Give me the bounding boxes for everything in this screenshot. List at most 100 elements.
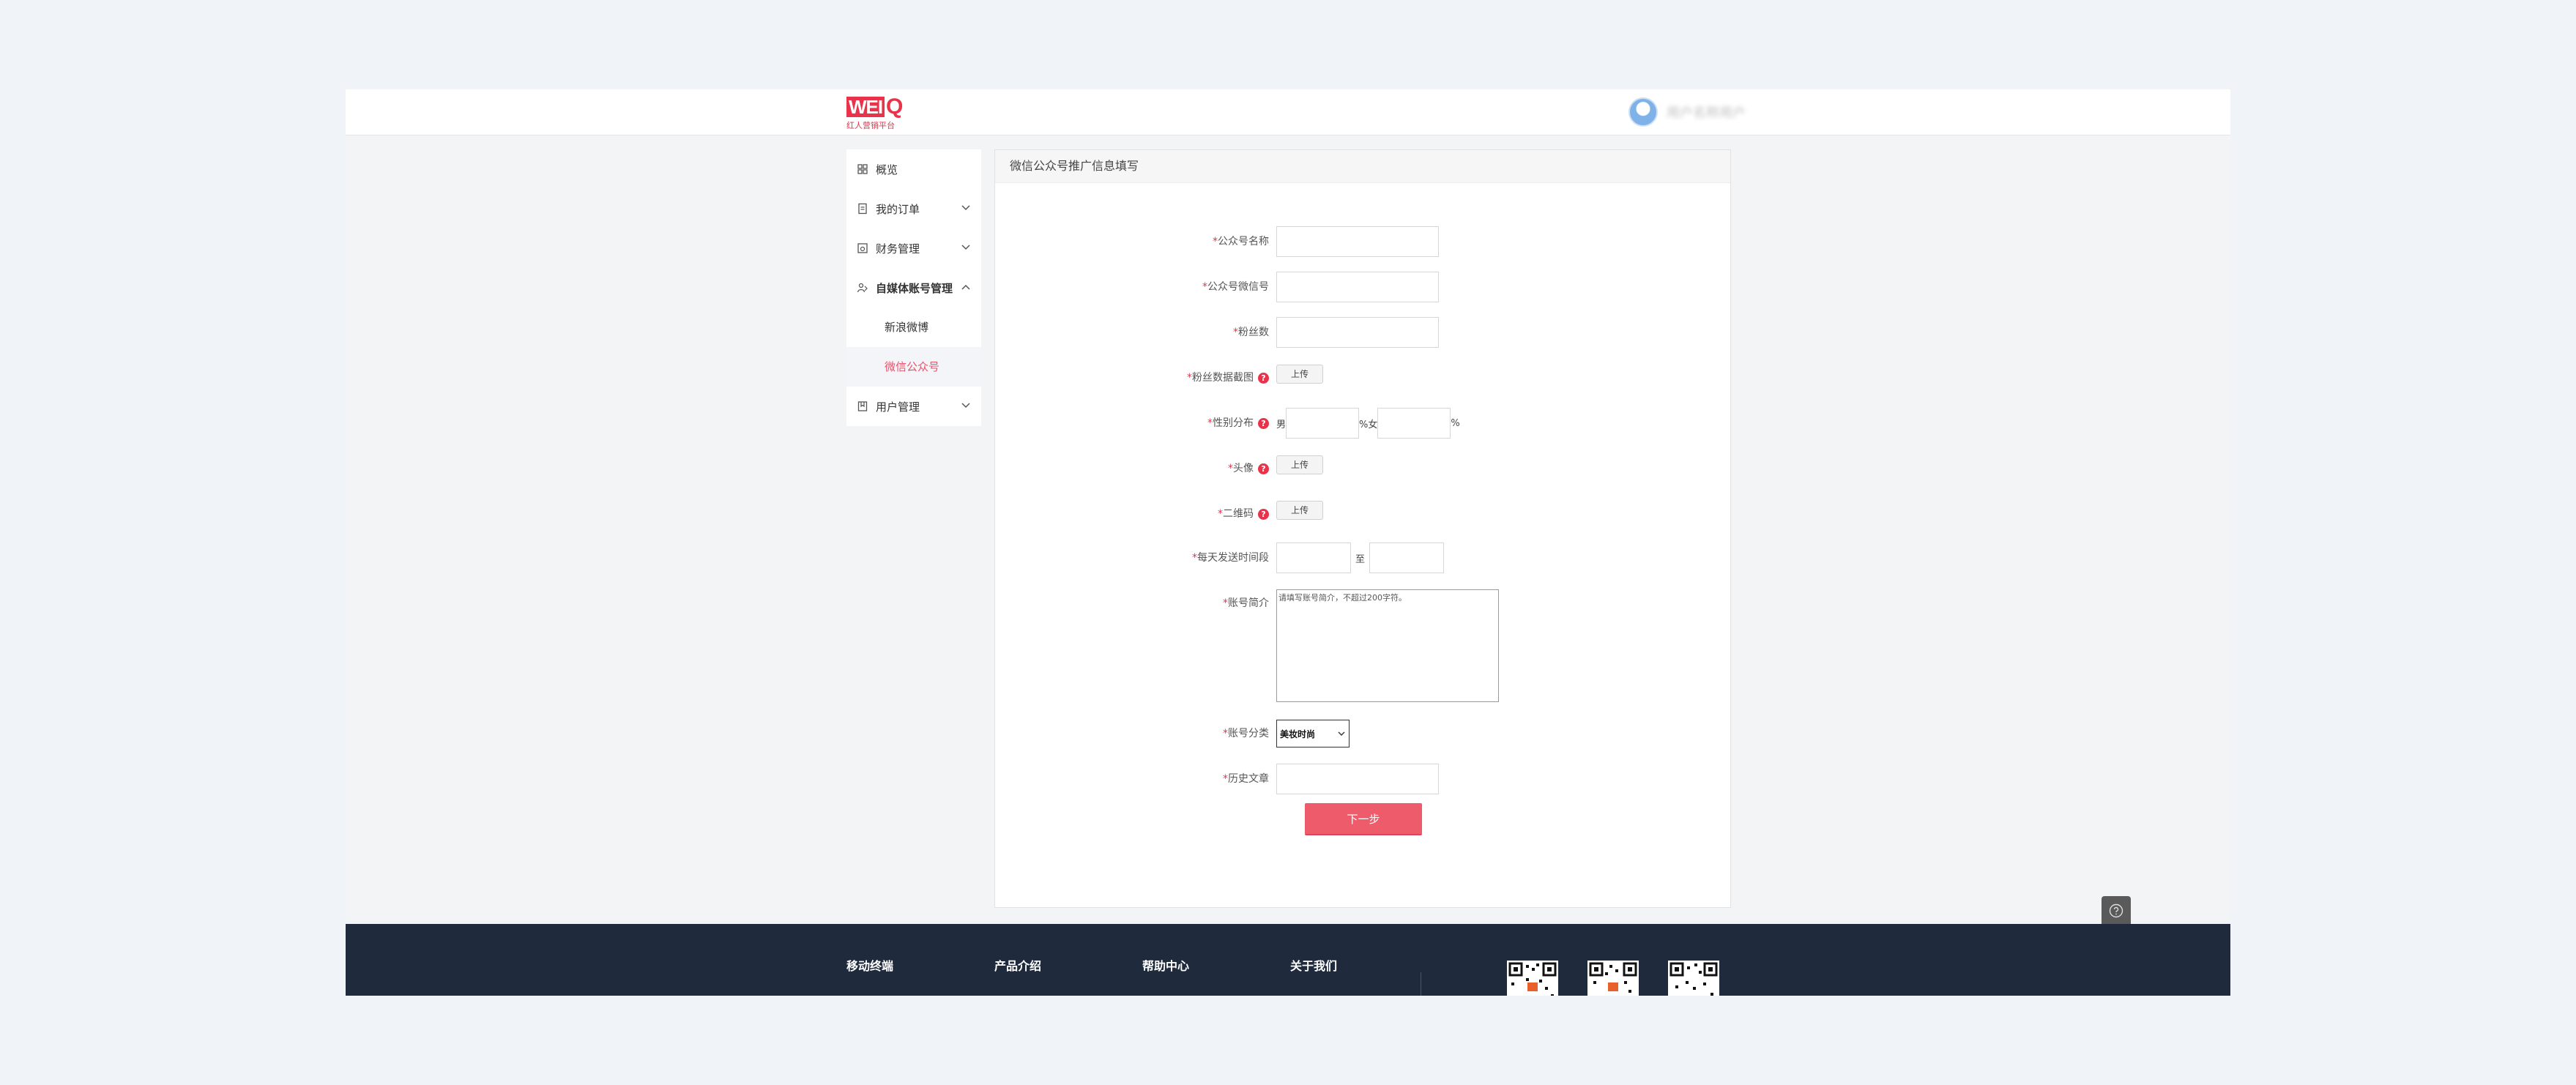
label-text: 账号简介 bbox=[1228, 597, 1269, 609]
qr-code-image bbox=[1668, 961, 1719, 996]
required-mark: * bbox=[1192, 552, 1197, 564]
required-mark: * bbox=[1207, 417, 1213, 429]
required-mark: * bbox=[1187, 372, 1192, 384]
label-text: 性别分布 bbox=[1213, 417, 1254, 429]
form-row-fans-screenshot: *粉丝数据截图? 上传 bbox=[995, 361, 1730, 395]
field-label: *粉丝数 bbox=[1233, 316, 1269, 349]
form-row-intro: *账号简介 请填写账号简介，不超过200字符。 bbox=[995, 586, 1730, 704]
qr-code-icon bbox=[1589, 962, 1637, 993]
field-label: *性别分布? bbox=[1207, 406, 1269, 440]
time-start-input[interactable] bbox=[1276, 542, 1351, 573]
help-icon[interactable]: ? bbox=[1258, 372, 1269, 384]
required-mark: * bbox=[1228, 463, 1233, 474]
field-label: *二维码? bbox=[1218, 497, 1269, 531]
field-label: *粉丝数据截图? bbox=[1187, 361, 1269, 395]
required-mark: * bbox=[1218, 508, 1223, 520]
qr-code-image bbox=[1587, 961, 1639, 996]
chevron-down-icon bbox=[961, 245, 970, 250]
field-label: *头像? bbox=[1228, 452, 1269, 485]
qr-code-icon bbox=[1508, 962, 1557, 996]
history-article-input[interactable] bbox=[1276, 764, 1439, 794]
sidebar-item-finance[interactable]: 财务管理 bbox=[846, 228, 981, 268]
sidebar-item-label: 我的订单 bbox=[876, 202, 920, 216]
form-row-qrcode: *二维码? 上传 bbox=[995, 497, 1730, 531]
username[interactable]: 用户名称用户 bbox=[1667, 102, 1746, 122]
label-text: 每天发送时间段 bbox=[1197, 552, 1269, 564]
sidebar-subitem-weibo[interactable]: 新浪微博 bbox=[846, 307, 981, 347]
user-menu[interactable]: 用户名称用户 bbox=[1628, 97, 1746, 127]
label-text: 公众号名称 bbox=[1218, 236, 1269, 247]
footer-link-products[interactable]: 产品介绍 bbox=[994, 956, 1041, 974]
upload-avatar-button[interactable]: 上传 bbox=[1276, 455, 1323, 474]
form-row-avatar: *头像? 上传 bbox=[995, 452, 1730, 485]
chevron-down-icon bbox=[961, 205, 970, 211]
footer-link-mobile[interactable]: 移动终端 bbox=[846, 956, 893, 974]
upload-qrcode-button[interactable]: 上传 bbox=[1276, 501, 1323, 520]
required-mark: * bbox=[1213, 236, 1218, 247]
form-row-history: *历史文章 bbox=[995, 762, 1730, 796]
upload-fans-screenshot-button[interactable]: 上传 bbox=[1276, 365, 1323, 384]
time-end-input[interactable] bbox=[1369, 542, 1445, 573]
label-text: 粉丝数据截图 bbox=[1192, 372, 1254, 384]
required-mark: * bbox=[1233, 327, 1238, 338]
help-icon[interactable]: ? bbox=[1258, 417, 1269, 429]
intro-textarea[interactable]: 请填写账号简介，不超过200字符。 bbox=[1276, 589, 1499, 702]
field-label: *账号简介 bbox=[1223, 586, 1269, 620]
sidebar-subitem-wechat[interactable]: 微信公众号 bbox=[846, 347, 981, 387]
help-icon[interactable]: ? bbox=[1258, 463, 1269, 474]
female-percent-input[interactable] bbox=[1377, 408, 1451, 439]
required-mark: * bbox=[1223, 728, 1228, 739]
form-row-name: *公众号名称 bbox=[995, 225, 1730, 258]
logo[interactable]: WEI Q 红人营销平台 bbox=[846, 95, 905, 130]
logo-wei: WEI bbox=[846, 97, 885, 117]
form-panel: 微信公众号推广信息填写 *公众号名称 *公众号微信号 *粉丝数 *粉丝数据截图?… bbox=[994, 149, 1731, 908]
account-name-input[interactable] bbox=[1276, 226, 1439, 257]
bookmark-icon bbox=[857, 401, 868, 411]
field-label: *公众号微信号 bbox=[1202, 270, 1269, 304]
form-row-wechat-id: *公众号微信号 bbox=[995, 270, 1730, 304]
top-bar: WEI Q 红人营销平台 用户名称用户 bbox=[346, 89, 2230, 135]
sidebar-item-media-accounts[interactable]: 自媒体账号管理 bbox=[846, 268, 981, 307]
page: WEI Q 红人营销平台 用户名称用户 概览 我的订单 财务管理 自媒体账号管理 bbox=[346, 89, 2230, 996]
chevron-up-icon bbox=[961, 284, 970, 290]
chevron-down-icon bbox=[961, 403, 970, 409]
help-icon[interactable]: ? bbox=[1258, 508, 1269, 520]
male-prefix: 男 bbox=[1276, 419, 1287, 430]
document-icon bbox=[858, 203, 867, 215]
label-text: 粉丝数 bbox=[1238, 327, 1269, 338]
sidebar-item-label: 概览 bbox=[876, 163, 898, 176]
required-mark: * bbox=[1223, 597, 1228, 609]
label-text: 头像 bbox=[1233, 463, 1254, 474]
label-text: 二维码 bbox=[1223, 508, 1254, 520]
help-circle-button[interactable] bbox=[2102, 896, 2131, 925]
footer-link-help[interactable]: 帮助中心 bbox=[1142, 956, 1189, 974]
avatar[interactable] bbox=[1628, 97, 1658, 127]
category-select[interactable]: 美妆时尚 bbox=[1276, 720, 1350, 747]
male-percent-input[interactable] bbox=[1286, 408, 1360, 439]
sidebar: 概览 我的订单 财务管理 自媒体账号管理 新浪微博 微信公众号 用户管理 bbox=[846, 149, 981, 426]
next-step-button[interactable]: 下一步 bbox=[1305, 803, 1422, 835]
field-label: *每天发送时间段 bbox=[1192, 541, 1269, 575]
wechat-id-input[interactable] bbox=[1276, 272, 1439, 302]
sidebar-item-label: 财务管理 bbox=[876, 242, 920, 256]
sidebar-item-users[interactable]: 用户管理 bbox=[846, 387, 981, 426]
fans-count-input[interactable] bbox=[1276, 317, 1439, 348]
female-prefix: %女 bbox=[1359, 419, 1378, 430]
footer: 移动终端 产品介绍 帮助中心 关于我们 bbox=[346, 924, 2230, 996]
logo-tagline: 红人营销平台 bbox=[846, 121, 895, 130]
required-mark: * bbox=[1223, 773, 1228, 785]
time-to-text: 至 bbox=[1355, 553, 1366, 565]
percent-suffix: % bbox=[1451, 417, 1460, 429]
label-text: 历史文章 bbox=[1228, 773, 1269, 785]
footer-link-about[interactable]: 关于我们 bbox=[1290, 956, 1337, 974]
label-text: 公众号微信号 bbox=[1207, 281, 1269, 293]
wallet-icon bbox=[857, 243, 868, 253]
sidebar-item-orders[interactable]: 我的订单 bbox=[846, 189, 981, 228]
grid-icon bbox=[857, 164, 868, 174]
form-row-fans: *粉丝数 bbox=[995, 316, 1730, 349]
sidebar-item-overview[interactable]: 概览 bbox=[846, 149, 981, 189]
form-row-time: *每天发送时间段 至 bbox=[995, 541, 1730, 575]
category-selected-value: 美妆时尚 bbox=[1280, 728, 1316, 739]
help-circle-icon bbox=[2109, 903, 2123, 918]
qr-code-image bbox=[1507, 961, 1558, 996]
